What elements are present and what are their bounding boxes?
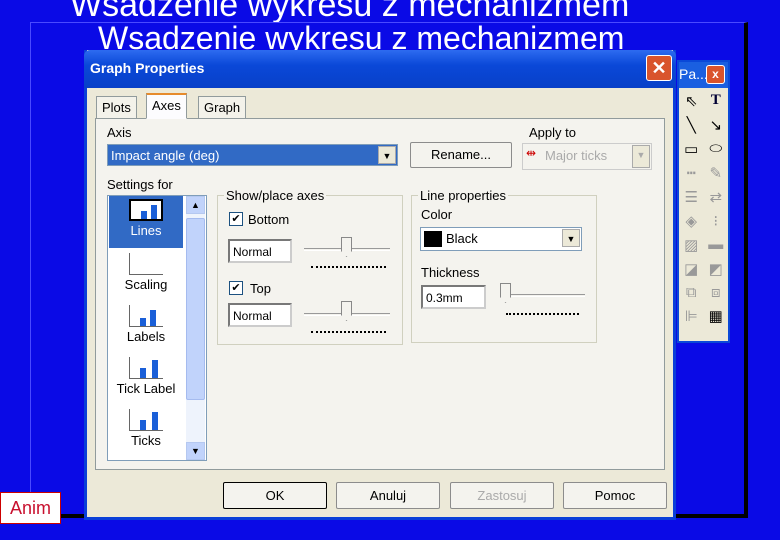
tick-label-icon — [129, 357, 163, 379]
top-slider-ticks — [311, 330, 386, 333]
bottom-position-input[interactable]: Normal — [228, 239, 292, 263]
grid-icon[interactable]: ▦ — [706, 307, 727, 325]
tab-plots[interactable]: Plots — [96, 96, 137, 118]
anim-label: Anim — [0, 492, 61, 524]
pattern-icon: ⁝ — [713, 213, 719, 230]
fill-icon: ◈ — [685, 213, 698, 230]
rename-button[interactable]: Rename... — [410, 142, 512, 168]
apply-to-select[interactable]: ⇹ Major ticks ▼ — [522, 143, 652, 170]
settings-for-label: Settings for — [107, 177, 173, 192]
tab-graph[interactable]: Graph — [198, 96, 247, 118]
color-select[interactable]: Black ▼ — [420, 227, 582, 251]
scaling-icon — [129, 253, 163, 275]
settings-item-label: Labels — [126, 329, 166, 344]
top-position-input[interactable]: Normal — [228, 303, 292, 327]
chevron-down-icon[interactable]: ▼ — [378, 146, 396, 164]
settings-item-ticks[interactable]: Ticks — [109, 406, 183, 448]
scroll-up-icon[interactable]: ▲ — [186, 196, 205, 214]
palette-titlebar: Pa... x — [679, 62, 728, 88]
axis-label: Axis — [107, 125, 132, 140]
settings-item-label: Tick Label — [116, 381, 176, 396]
chevron-down-icon[interactable]: ▼ — [562, 229, 580, 247]
palette-close-icon[interactable]: x — [706, 65, 725, 84]
ungroup-icon: ⧈ — [710, 284, 721, 301]
text-icon[interactable]: T — [706, 92, 727, 110]
arrow-style-icon: ⇄ — [709, 189, 723, 206]
top-checkbox[interactable]: ✔ — [229, 281, 243, 295]
line-style-icon: ┅ — [686, 165, 696, 182]
apply-button: Zastosuj — [450, 482, 554, 509]
color-swatch — [424, 231, 442, 247]
pen-icon: ✎ — [709, 165, 723, 182]
apply-to-label: Apply to — [529, 125, 576, 140]
settings-item-label: Lines — [130, 223, 162, 238]
scroll-down-icon[interactable]: ▼ — [186, 442, 205, 460]
drawing-palette: Pa... x ⇖ T ╲ ↘ ▭ ⬭ ┅ ✎ ☰ ⇄ ◈ ⁝ ▨ ▬ ◪ ◩ ⧉ ⧈ ⊫ ▦ — [677, 60, 730, 343]
cancel-button[interactable]: Anuluj — [336, 482, 440, 509]
chevron-down-icon: ▼ — [632, 145, 650, 168]
align-icon: ⊫ — [684, 308, 698, 325]
hatch-icon: ▨ — [684, 237, 699, 254]
bottom-slider-ticks — [311, 265, 386, 268]
settings-item-scaling[interactable]: Scaling — [109, 250, 183, 292]
top-label: Top — [250, 281, 271, 296]
settings-item-tick-label[interactable]: Tick Label — [109, 354, 183, 396]
settings-item-label: Ticks — [131, 433, 161, 448]
apply-to-value: Major ticks — [545, 148, 608, 163]
settings-item-label: Scaling — [124, 277, 168, 292]
line-weight-icon: ☰ — [684, 189, 698, 206]
group-icon: ⧉ — [685, 284, 697, 301]
show-place-axes-title: Show/place axes — [224, 188, 327, 203]
help-button[interactable]: Pomoc — [563, 482, 667, 509]
ok-button[interactable]: OK — [223, 482, 327, 509]
thickness-label: Thickness — [421, 265, 480, 280]
rectangle-icon[interactable]: ▭ — [681, 140, 702, 158]
tab-axes[interactable]: Axes — [146, 93, 187, 119]
send-back-icon: ◩ — [708, 261, 723, 278]
close-icon[interactable]: ✕ — [646, 55, 672, 81]
ticks-icon — [129, 409, 163, 431]
dialog-titlebar: Graph Properties ✕ — [84, 50, 676, 88]
arrow-icon[interactable]: ↘ — [706, 116, 727, 134]
pointer-icon[interactable]: ⇖ — [681, 92, 702, 110]
ellipse-icon[interactable]: ⬭ — [706, 140, 727, 158]
palette-title: Pa... — [679, 66, 708, 82]
lines-icon — [129, 199, 163, 221]
shadow-icon: ▬ — [708, 236, 724, 253]
thickness-slider-ticks — [506, 312, 579, 315]
line-properties-title: Line properties — [418, 188, 508, 203]
bottom-label: Bottom — [248, 212, 290, 227]
settings-item-lines[interactable]: Lines — [109, 196, 183, 248]
axis-select-value: Impact angle (deg) — [111, 148, 220, 163]
bottom-checkbox[interactable]: ✔ — [229, 212, 243, 226]
color-value: Black — [446, 231, 478, 246]
thickness-slider-track[interactable] — [500, 294, 585, 297]
thickness-input[interactable]: 0.3mm — [421, 285, 486, 309]
labels-icon — [129, 305, 163, 327]
major-ticks-icon: ⇹ — [526, 146, 537, 160]
bring-front-icon: ◪ — [684, 261, 699, 278]
dialog-title: Graph Properties — [90, 60, 205, 76]
color-label: Color — [421, 207, 453, 222]
settings-scrollbar[interactable]: ▲ ▼ — [186, 196, 205, 460]
line-icon[interactable]: ╲ — [681, 116, 702, 134]
scrollbar-thumb[interactable] — [186, 218, 205, 400]
settings-item-labels[interactable]: Labels — [109, 302, 183, 344]
axis-select[interactable]: Impact angle (deg) ▼ — [107, 144, 398, 166]
